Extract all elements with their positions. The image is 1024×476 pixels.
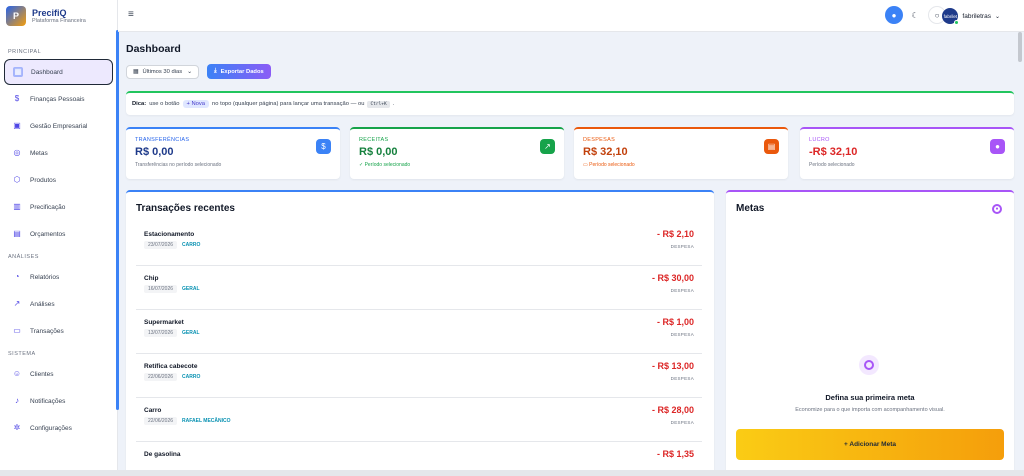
pie-chart-icon: ◔ [14,272,20,281]
menu-icon[interactable]: ≡ [128,9,134,20]
download-icon: ⤓ [214,68,217,74]
period-select[interactable]: ▦ Últimos 30 dias ⌄ [126,65,199,79]
chevron-down-icon: ⌄ [187,69,192,75]
microphone-button[interactable]: ● [885,6,903,24]
transaction-row[interactable]: Carro 22/06/2026 RAFAEL MECÂNICO - R$ 28… [136,402,702,442]
brand-logo: P [6,6,26,26]
box-icon: ⬡ [13,175,21,184]
card-icon: ▭ [13,326,21,335]
stat-card-receitas: RECEITAS R$ 0,00 ✓ Período selecionado ↗ [350,127,564,179]
target-icon: ◎ [13,148,21,157]
bell-icon: ♪ [15,396,19,405]
piggy-icon: ● [990,139,1005,154]
user-menu[interactable]: fabrilet fabriletras ⌄ [942,8,1000,25]
theme-toggle-button[interactable]: ☾ [906,6,924,24]
trend-up-icon: ↗ [540,139,555,154]
wallet-icon: ▤ [764,139,779,154]
sidebar-item-produtos[interactable]: ⬡ Produtos [4,167,113,193]
gear-icon: ✲ [13,423,21,432]
brand[interactable]: P PrecifiQ Plataforma Financeira [0,0,117,32]
sidebar-item-orcamentos[interactable]: ▤ Orçamentos [4,221,113,247]
transactions-title: Transações recentes [136,203,235,214]
user-name: fabriletras [962,12,991,20]
users-icon: ☺ [12,369,22,378]
sidebar-item-relatorios[interactable]: ◔ Relatórios [4,264,113,290]
sidebar-item-transacoes[interactable]: ▭ Transações [4,318,113,344]
chat-icon: ○ [934,10,940,20]
section-principal: PRINCIPAL [8,49,42,55]
transaction-row[interactable]: Retífica cabecote 22/06/2026 CARRO - R$ … [136,358,702,398]
online-status-dot [954,20,960,25]
dashboard-icon: ▦ [13,67,23,77]
sidebar-item-configuracoes[interactable]: ✲ Configurações [4,415,113,441]
sidebar-item-analises[interactable]: ↗ Análises [4,291,113,317]
target-icon [864,360,874,370]
page-title: Dashboard [126,43,181,55]
stat-card-lucro: LUCRO -R$ 32,10 Período selecionado ● [800,127,1014,179]
dollar-icon: $ [14,94,20,103]
sidebar-item-notificacoes[interactable]: ♪ Notificações [4,388,113,414]
recent-transactions-panel: Transações recentes Estacionamento 23/07… [126,190,714,476]
sidebar-item-metas[interactable]: ◎ Metas [4,140,113,166]
sidebar-item-financas[interactable]: $ Finanças Pessoais [4,86,113,112]
sidebar-item-gestao[interactable]: ▣ Gestão Empresarial [4,113,113,139]
stat-card-transferencias: TRANSFERÊNCIAS R$ 0,00 Transferências no… [126,127,340,179]
empty-goal-icon [859,355,879,375]
brand-subtitle: Plataforma Financeira [32,18,86,24]
goals-title: Metas [736,203,765,214]
sidebar-item-precificacao[interactable]: ▥ Precificação [4,194,113,220]
transaction-row[interactable]: Chip 16/07/2026 GERAL - R$ 30,00 DESPESA [136,270,702,310]
calendar-icon: ▦ [133,69,139,75]
briefcase-icon: ▣ [13,121,21,130]
sidebar-item-dashboard[interactable]: ▦ Dashboard [4,59,113,85]
horizontal-scrollbar[interactable] [0,470,1024,476]
page-scrollbar[interactable] [1018,32,1022,62]
stat-card-despesas: DESPESAS R$ 32,10 ▭ Período selecionado … [574,127,788,179]
moon-icon: ☾ [911,10,919,20]
transaction-row[interactable]: Estacionamento 23/07/2026 CARRO - R$ 2,1… [136,226,702,266]
document-icon: ▤ [13,229,21,238]
topbar: ≡ ● ☾ ○ fabrilet fabriletras ⌄ [118,0,1024,32]
avatar: fabrilet [942,8,960,25]
empty-goal-title: Defina sua primeira meta [825,393,915,402]
shortcut-kbd: Ctrl+K [367,100,390,108]
microphone-icon: ● [891,10,897,20]
empty-goal-subtitle: Economize para o que importa com acompan… [795,407,945,413]
sidebar-item-clientes[interactable]: ☺ Clientes [4,361,113,387]
chevron-down-icon: ⌄ [994,13,1000,20]
calculator-icon: ▥ [13,202,21,211]
trend-icon: ↗ [13,299,21,308]
goals-panel: Metas ● Defina sua primeira meta Economi… [726,190,1014,476]
dollar-icon: $ [316,139,331,154]
tip-banner: Dica: use o botão + Nova no topo (qualqu… [126,91,1014,115]
brand-name: PrecifiQ [32,8,67,18]
section-sistema: SISTEMA [8,351,36,357]
add-goal-button[interactable]: + Adicionar Meta [736,429,1004,460]
target-icon: ● [992,204,1002,214]
new-chip: + Nova [182,100,210,108]
section-analises: ANÁLISES [8,254,39,260]
main-content: Dashboard ▦ Últimos 30 dias ⌄ ⤓ Exportar… [118,32,1018,476]
export-button[interactable]: ⤓ Exportar Dados [207,64,271,79]
sidebar: P PrecifiQ Plataforma Financeira PRINCIP… [0,0,118,476]
transaction-row[interactable]: Supermarket 13/07/2026 GERAL - R$ 1,00 D… [136,314,702,354]
